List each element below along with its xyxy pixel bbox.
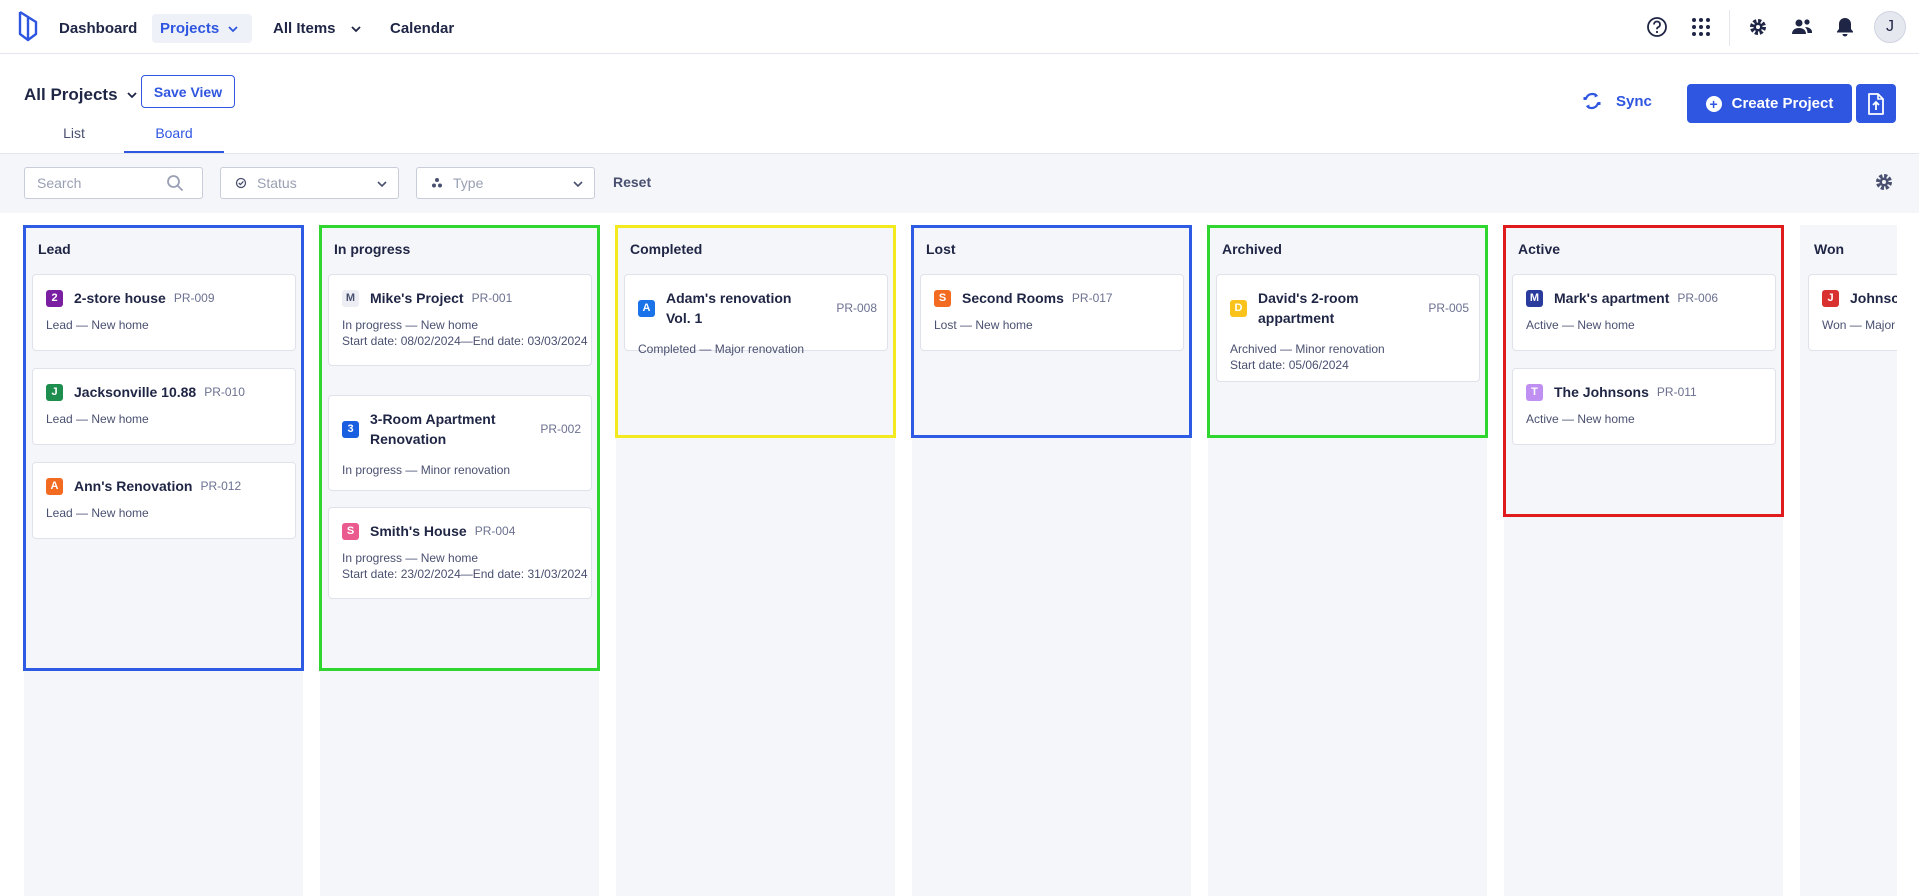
board-column-won: Won J Johnsons Won — Major renovation xyxy=(1800,225,1897,896)
nav-all-items-label: All Items xyxy=(273,20,336,37)
project-card[interactable]: J Johnsons Won — Major renovation xyxy=(1808,274,1897,351)
status-filter-label: Status xyxy=(257,175,297,191)
column-title: Won xyxy=(1814,241,1845,257)
gear-icon[interactable] xyxy=(1874,172,1894,192)
create-project-button[interactable]: + Create Project xyxy=(1687,84,1852,123)
help-icon[interactable] xyxy=(1644,14,1670,40)
sync-label: Sync xyxy=(1616,92,1652,110)
save-view-button[interactable]: Save View xyxy=(141,75,235,108)
sync-button[interactable]: Sync xyxy=(1582,88,1652,114)
search-placeholder: Search xyxy=(37,175,82,191)
team-icon[interactable] xyxy=(1789,14,1815,40)
tab-list[interactable]: List xyxy=(24,125,124,153)
export-button[interactable] xyxy=(1856,84,1896,123)
search-icon xyxy=(167,175,184,192)
tab-list-label: List xyxy=(63,125,85,141)
export-file-icon xyxy=(1868,92,1884,115)
type-icon xyxy=(432,178,442,188)
column-highlight-frame xyxy=(23,225,304,671)
sync-icon xyxy=(1583,92,1601,110)
gear-icon[interactable] xyxy=(1745,14,1771,40)
nav-divider xyxy=(1729,10,1730,46)
chevron-down-icon xyxy=(573,181,583,188)
create-project-label: Create Project xyxy=(1731,95,1834,112)
chevron-down-icon xyxy=(350,25,361,32)
nav-calendar[interactable]: Calendar xyxy=(382,14,462,43)
bell-icon[interactable] xyxy=(1832,14,1858,40)
page-title: All Projects xyxy=(24,85,118,104)
filter-bar: Search Status Type Reset xyxy=(0,153,1919,213)
avatar-initial: J xyxy=(1886,18,1894,35)
apps-grid-icon[interactable] xyxy=(1688,14,1714,40)
search-input[interactable]: Search xyxy=(24,167,203,199)
nav-dashboard-label: Dashboard xyxy=(59,20,138,37)
status-filter[interactable]: Status xyxy=(220,167,399,199)
view-selector[interactable]: All Projects xyxy=(24,85,138,105)
project-meta: Won — Major renovation xyxy=(1822,318,1897,332)
page-header: All Projects Save View List Board Sync +… xyxy=(0,55,1919,153)
reset-button[interactable]: Reset xyxy=(613,174,651,190)
plus-circle-icon: + xyxy=(1705,95,1722,112)
column-highlight-frame xyxy=(615,225,896,438)
project-badge: J xyxy=(1822,289,1839,307)
column-highlight-frame xyxy=(1503,225,1784,517)
kanban-board: Lead 2 2-store house PR-009 Lead — New home J… xyxy=(0,213,1897,896)
nav-projects[interactable]: Projects xyxy=(152,14,252,43)
logo-icon[interactable] xyxy=(16,8,40,44)
type-filter[interactable]: Type xyxy=(416,167,595,199)
tab-board-label: Board xyxy=(155,125,193,141)
nav-projects-label: Projects xyxy=(160,20,220,37)
nav-dashboard[interactable]: Dashboard xyxy=(51,14,145,43)
card-header: J Johnsons xyxy=(1822,288,1897,308)
nav-calendar-label: Calendar xyxy=(390,20,455,37)
column-highlight-frame xyxy=(1207,225,1488,438)
tab-board[interactable]: Board xyxy=(124,125,224,153)
project-name[interactable]: Johnsons xyxy=(1850,288,1897,308)
avatar[interactable]: J xyxy=(1874,11,1906,43)
chevron-down-icon xyxy=(377,181,387,188)
column-highlight-frame xyxy=(911,225,1192,438)
status-icon xyxy=(235,177,247,189)
nav-all-items[interactable]: All Items xyxy=(265,14,370,43)
column-highlight-frame xyxy=(319,225,600,671)
chevron-down-icon xyxy=(126,92,137,99)
type-filter-label: Type xyxy=(453,175,484,191)
top-navigation: Dashboard Projects All Items Calendar J xyxy=(0,0,1919,54)
chevron-down-icon xyxy=(228,25,238,32)
